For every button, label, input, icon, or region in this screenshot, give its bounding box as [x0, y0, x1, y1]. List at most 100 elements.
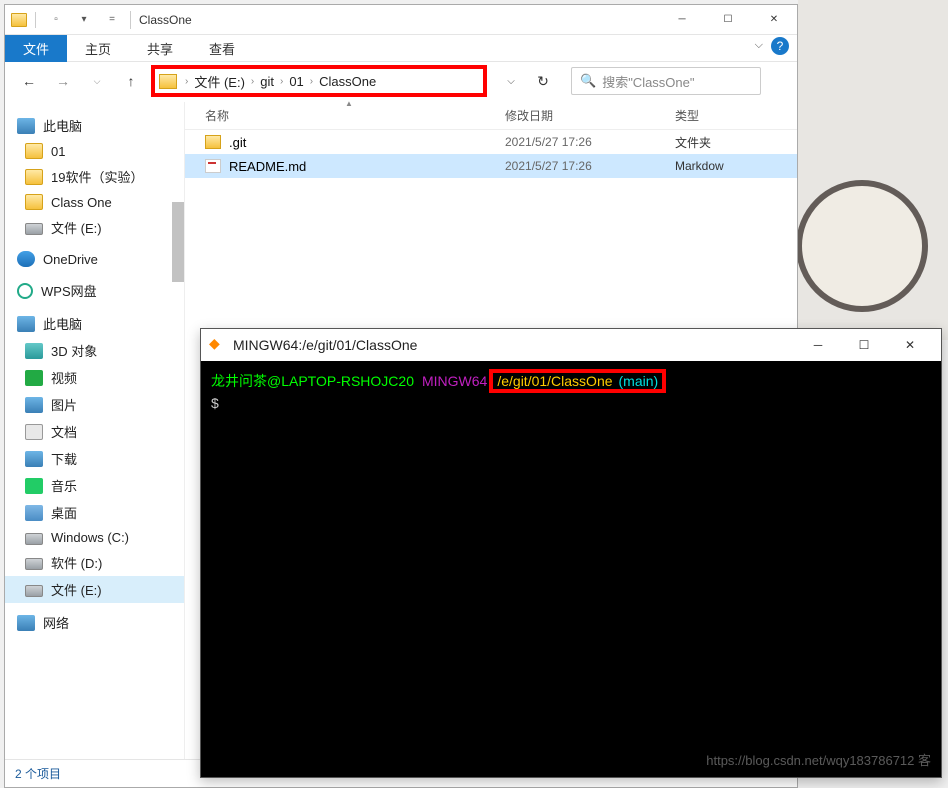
prompt-line: 龙井问茶@LAPTOP-RSHOJC20 MINGW64 /e/git/01/C… [211, 369, 931, 393]
tree-item[interactable]: 19软件（实验） [5, 163, 184, 190]
file-type: 文件夹 [675, 134, 797, 151]
qat-button[interactable]: ▾ [72, 9, 96, 31]
tree-item[interactable]: Class One [5, 190, 184, 214]
column-headers: ▲ 名称 修改日期 类型 [185, 102, 797, 130]
tree-item-label: 此电脑 [43, 116, 82, 135]
tree-item-label: 桌面 [51, 503, 77, 522]
minimize-button[interactable]: ─ [659, 5, 705, 35]
tree-item[interactable]: 3D 对象 [5, 337, 184, 364]
search-placeholder: 搜索"ClassOne" [602, 72, 694, 91]
file-type: Markdow [675, 159, 797, 173]
column-header-date[interactable]: 修改日期 [505, 107, 675, 124]
tree-item-label: WPS网盘 [41, 281, 97, 300]
maximize-button[interactable]: ☐ [841, 330, 887, 360]
scrollbar-thumb[interactable] [172, 202, 184, 282]
close-button[interactable]: ✕ [751, 5, 797, 35]
help-icon[interactable]: ? [771, 37, 789, 55]
tree-item[interactable]: 视频 [5, 364, 184, 391]
prompt-shell: MINGW64 [422, 373, 487, 389]
tree-item-label: 视频 [51, 368, 77, 387]
file-name: .git [229, 135, 246, 150]
breadcrumb-segment[interactable]: ClassOne [315, 74, 380, 89]
tree-item[interactable]: 文件 (E:) [5, 576, 184, 603]
onedrive-icon [17, 251, 35, 267]
highlighted-path-box: /e/git/01/ClassOne (main) [489, 369, 666, 393]
drive-icon [25, 585, 43, 597]
forward-button[interactable]: → [49, 69, 77, 93]
window-title: ClassOne [139, 13, 192, 27]
tree-item-label: 下载 [51, 449, 77, 468]
breadcrumb-segment[interactable]: 文件 (E:) [190, 72, 249, 91]
ribbon-tab-view[interactable]: 查看 [191, 35, 253, 62]
maximize-button[interactable]: ☐ [705, 5, 751, 35]
breadcrumb-segment[interactable]: 01 [285, 74, 307, 89]
ribbon-tab-share[interactable]: 共享 [129, 35, 191, 62]
tree-item[interactable]: 此电脑 [5, 112, 184, 139]
desktop-icon [25, 505, 43, 521]
qat-button[interactable]: ▫ [44, 9, 68, 31]
address-dropdown[interactable]: ⌵ [499, 69, 523, 93]
chevron-right-icon[interactable]: › [249, 76, 256, 87]
tree-item[interactable]: 网络 [5, 609, 184, 636]
separator [35, 12, 36, 28]
file-date: 2021/5/27 17:26 [505, 135, 675, 149]
tree-item[interactable]: Windows (C:) [5, 526, 184, 549]
tree-item[interactable]: 文件 (E:) [5, 214, 184, 241]
up-button[interactable]: ↑ [117, 69, 145, 93]
folder-icon [25, 194, 43, 210]
file-date: 2021/5/27 17:26 [505, 159, 675, 173]
explorer-titlebar[interactable]: ▫ ▾ = ClassOne ─ ☐ ✕ [5, 5, 797, 35]
terminal-body[interactable]: 龙井问茶@LAPTOP-RSHOJC20 MINGW64 /e/git/01/C… [201, 361, 941, 777]
tree-item-label: 音乐 [51, 476, 77, 495]
prompt-user: 龙井问茶@LAPTOP-RSHOJC20 [211, 371, 414, 391]
back-button[interactable]: ← [15, 69, 43, 93]
terminal-title: MINGW64:/e/git/01/ClassOne [233, 337, 417, 353]
status-text: 2 个项目 [15, 765, 61, 782]
video-icon [25, 370, 43, 386]
ribbon-tab-home[interactable]: 主页 [67, 35, 129, 62]
chevron-right-icon[interactable]: › [278, 76, 285, 87]
desktop-wallpaper [798, 0, 948, 340]
column-header-type[interactable]: 类型 [675, 107, 797, 124]
tree-item[interactable]: 文档 [5, 418, 184, 445]
tree-item-label: 3D 对象 [51, 341, 97, 360]
qat-dropdown[interactable]: = [100, 9, 124, 31]
tree-item-label: 图片 [51, 395, 77, 414]
tree-item[interactable]: OneDrive [5, 247, 184, 271]
file-row[interactable]: README.md2021/5/27 17:26Markdow [185, 154, 797, 178]
folder-icon [11, 13, 27, 27]
tree-item[interactable]: 图片 [5, 391, 184, 418]
chevron-right-icon[interactable]: › [183, 76, 190, 87]
terminal-titlebar[interactable]: MINGW64:/e/git/01/ClassOne ─ ☐ ✕ [201, 329, 941, 361]
ribbon-tab-file[interactable]: 文件 [5, 35, 67, 62]
column-header-name[interactable]: 名称 [185, 107, 505, 124]
pc-icon [17, 316, 35, 332]
search-icon: 🔍 [580, 73, 596, 89]
tree-item[interactable]: 软件 (D:) [5, 549, 184, 576]
tree-item[interactable]: 此电脑 [5, 310, 184, 337]
tree-item-label: 网络 [43, 613, 69, 632]
watermark-text: https://blog.csdn.net/wqy183786712 客 [706, 750, 931, 769]
address-bar[interactable]: › 文件 (E:) › git › 01 › ClassOne [151, 65, 487, 97]
recent-dropdown[interactable]: ⌵ [83, 69, 111, 93]
tree-item[interactable]: 音乐 [5, 472, 184, 499]
navigation-pane[interactable]: 此电脑 0119软件（实验）Class One 文件 (E:) OneDrive WPS… [5, 102, 185, 759]
close-button[interactable]: ✕ [887, 330, 933, 360]
tree-item[interactable]: 下载 [5, 445, 184, 472]
minimize-button[interactable]: ─ [795, 330, 841, 360]
refresh-button[interactable]: ↻ [529, 69, 557, 93]
tree-item[interactable]: WPS网盘 [5, 277, 184, 304]
tree-item-label: 文件 (E:) [51, 218, 102, 237]
chevron-right-icon[interactable]: › [308, 76, 315, 87]
file-row[interactable]: .git 2021/5/27 17:26文件夹 [185, 130, 797, 154]
breadcrumb-segment[interactable]: git [256, 74, 278, 89]
pc-icon [17, 118, 35, 134]
tree-item[interactable]: 桌面 [5, 499, 184, 526]
tree-item[interactable]: 01 [5, 139, 184, 163]
navigation-row: ← → ⌵ ↑ › 文件 (E:) › git › 01 › ClassOne … [5, 62, 797, 102]
ribbon-expand-icon[interactable]: ⌵ [755, 39, 763, 52]
search-input[interactable]: 🔍 搜索"ClassOne" [571, 67, 761, 95]
mingw-icon [209, 337, 225, 353]
drive-icon [25, 533, 43, 545]
md-icon [205, 159, 221, 173]
